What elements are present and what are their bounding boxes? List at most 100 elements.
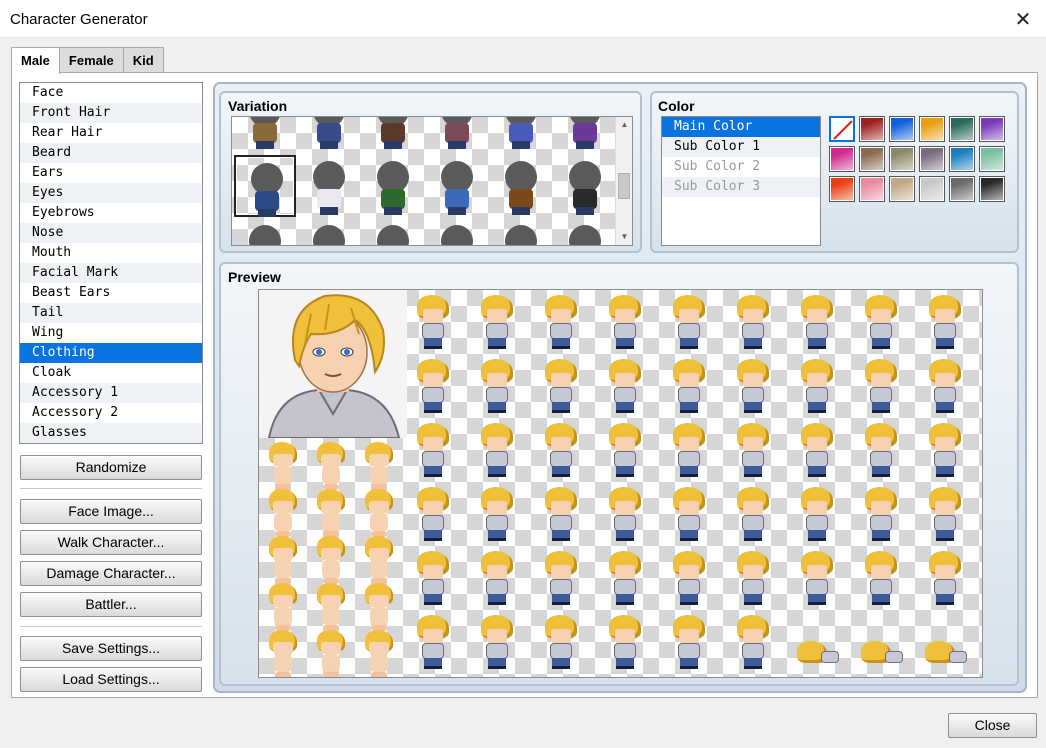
variation-cell[interactable] [426,219,488,245]
walk-sprite [411,613,455,671]
walk-sprite [795,549,839,607]
color-title: Color [658,98,695,114]
tab-male[interactable]: Male [11,47,60,74]
color-swatch[interactable] [949,146,975,172]
color-swatch[interactable] [889,176,915,202]
scroll-up-icon[interactable]: ▲ [616,117,632,133]
tab-kid[interactable]: Kid [122,47,164,73]
part-item-mouth[interactable]: Mouth [20,243,202,263]
variation-cell[interactable] [362,219,424,245]
variation-cell[interactable] [298,219,360,245]
walk-sprite [859,485,903,543]
color-swatch[interactable] [919,176,945,202]
color-swatch[interactable] [889,146,915,172]
scroll-thumb[interactable] [618,173,630,199]
color-slot-list[interactable]: Main Color Sub Color 1 Sub Color 2 Sub Colo… [661,116,821,246]
part-item-accessory-2[interactable]: Accessory 2 [20,403,202,423]
battler-sprite [357,628,401,677]
variation-cell[interactable] [234,117,296,151]
variation-cell[interactable] [426,155,488,217]
color-swatch[interactable] [829,176,855,202]
color-slot-main-color[interactable]: Main Color [662,117,820,137]
walk-sprite [923,293,967,351]
part-item-nose[interactable]: Nose [20,223,202,243]
variation-grid[interactable] [232,117,616,245]
part-item-eyebrows[interactable]: Eyebrows [20,203,202,223]
battler-sprite [309,628,353,677]
walk-sprite [731,421,775,479]
variation-cell[interactable] [426,117,488,151]
color-slot-sub-color-1[interactable]: Sub Color 1 [662,137,820,157]
walk-sprite [795,485,839,543]
close-button[interactable]: Close [948,713,1037,738]
no-color-swatch-icon[interactable] [829,116,855,142]
color-swatch[interactable] [859,146,885,172]
damage-character-button[interactable]: Damage Character... [20,561,202,586]
walk-sprite [795,421,839,479]
part-item-eyes[interactable]: Eyes [20,183,202,203]
walk-sprite [667,485,711,543]
variation-cell[interactable] [234,155,296,217]
variation-cell[interactable] [490,219,552,245]
color-swatch[interactable] [949,176,975,202]
part-item-clothing[interactable]: Clothing [20,343,202,363]
part-list[interactable]: Face Front Hair Rear Hair Beard Ears Eyes Eyeb… [19,82,203,444]
walk-sprite [411,293,455,351]
walk-sprite [859,293,903,351]
color-swatch[interactable] [949,116,975,142]
face-image-button[interactable]: Face Image... [20,499,202,524]
walk-sprite [539,485,583,543]
walk-sprite [411,549,455,607]
walk-sprite [475,293,519,351]
variation-cell[interactable] [490,155,552,217]
color-swatch[interactable] [919,146,945,172]
walk-sprite [411,357,455,415]
variation-cell[interactable] [490,117,552,151]
separator [20,626,202,627]
load-settings-button[interactable]: Load Settings... [20,667,202,692]
color-swatch[interactable] [889,116,915,142]
color-swatch[interactable] [979,176,1005,202]
color-swatch[interactable] [859,116,885,142]
variation-scrollbar[interactable]: ▲ ▼ [615,117,632,245]
part-item-wing[interactable]: Wing [20,323,202,343]
color-swatch[interactable] [979,146,1005,172]
variation-cell[interactable] [554,219,616,245]
part-item-face[interactable]: Face [20,83,202,103]
part-item-beard[interactable]: Beard [20,143,202,163]
variation-cell[interactable] [234,219,296,245]
color-swatch[interactable] [829,146,855,172]
variation-cell[interactable] [554,155,616,217]
part-item-tail[interactable]: Tail [20,303,202,323]
scroll-down-icon[interactable]: ▼ [616,229,632,245]
walk-sprite [859,357,903,415]
battler-button[interactable]: Battler... [20,592,202,617]
variation-cell[interactable] [298,117,360,151]
walk-sprite [859,421,903,479]
variation-cell[interactable] [362,155,424,217]
walk-character-button[interactable]: Walk Character... [20,530,202,555]
save-settings-button[interactable]: Save Settings... [20,636,202,661]
window-title: Character Generator [10,11,148,28]
variation-cell[interactable] [362,117,424,151]
part-item-ears[interactable]: Ears [20,163,202,183]
part-item-glasses[interactable]: Glasses [20,423,202,443]
part-item-facial-mark[interactable]: Facial Mark [20,263,202,283]
color-swatch[interactable] [859,176,885,202]
part-item-front-hair[interactable]: Front Hair [20,103,202,123]
part-item-cloak[interactable]: Cloak [20,363,202,383]
tab-female[interactable]: Female [58,47,124,73]
randomize-button[interactable]: Randomize [20,455,202,480]
separator [20,488,202,489]
part-item-accessory-1[interactable]: Accessory 1 [20,383,202,403]
color-swatch[interactable] [979,116,1005,142]
walk-sprite [667,613,711,671]
variation-cell[interactable] [554,117,616,151]
variation-cell[interactable] [298,155,360,217]
walk-sprite [923,421,967,479]
walk-sprite [731,293,775,351]
window-close-icon[interactable]: ✕ [1000,0,1046,38]
part-item-beast-ears[interactable]: Beast Ears [20,283,202,303]
part-item-rear-hair[interactable]: Rear Hair [20,123,202,143]
color-swatch[interactable] [919,116,945,142]
